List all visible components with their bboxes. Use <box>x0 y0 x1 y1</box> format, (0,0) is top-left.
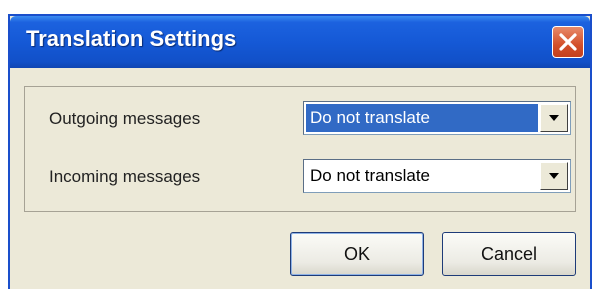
outgoing-messages-label: Outgoing messages <box>49 109 201 128</box>
incoming-messages-value: Do not translate <box>310 166 431 185</box>
incoming-dropdown-button[interactable] <box>540 162 568 190</box>
outgoing-dropdown-button[interactable] <box>540 104 568 132</box>
cancel-button[interactable]: Cancel <box>442 232 576 276</box>
translation-settings-dialog: Translation Settings Outgoing messages D… <box>8 14 592 289</box>
ok-button[interactable]: OK <box>290 232 424 276</box>
translation-group-box: Outgoing messages Do not translate Incom… <box>24 86 576 212</box>
close-icon <box>559 33 577 51</box>
title-bar[interactable]: Translation Settings <box>10 16 590 68</box>
outgoing-messages-value: Do not translate <box>306 104 538 132</box>
incoming-messages-label: Incoming messages <box>49 167 201 186</box>
incoming-messages-dropdown[interactable]: Do not translate <box>303 159 571 193</box>
outgoing-messages-dropdown[interactable]: Do not translate <box>303 101 571 135</box>
dialog-title: Translation Settings <box>26 26 237 51</box>
chevron-down-icon <box>549 115 559 121</box>
chevron-down-icon <box>549 173 559 179</box>
close-button[interactable] <box>552 26 584 58</box>
